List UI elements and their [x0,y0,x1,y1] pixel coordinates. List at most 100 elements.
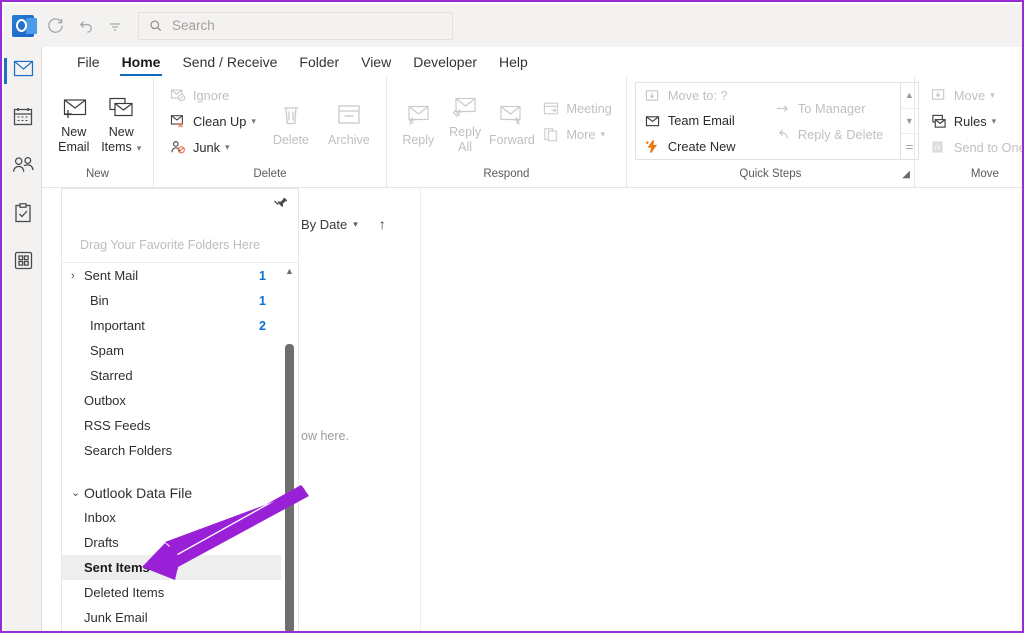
folder-label: Outbox [62,393,126,408]
refresh-icon[interactable] [40,12,70,40]
folder-item-inbox[interactable]: Inbox [62,505,298,530]
ribbon-group-new: New Email New Items▾ [42,77,154,187]
nav-rail-item-more-apps[interactable] [4,239,42,287]
tab-view[interactable]: View [350,47,402,77]
sort-label: By Date [301,217,347,232]
search-icon [149,19,163,33]
more-respond-button[interactable]: More ▾ [537,121,616,147]
nav-rail-item-people[interactable] [4,143,42,191]
team-email-label: Team Email [668,113,735,128]
more-icon [541,125,561,143]
to-manager-label: To Manager [798,101,866,116]
dialog-launcher-icon[interactable]: ◢ [902,166,910,184]
outlook-window: Search File Home Send / Receive Folder V… [0,0,1024,633]
tab-file[interactable]: File [66,47,111,77]
reply-delete-button[interactable]: Reply & Delete [769,121,897,147]
nav-rail-item-tasks[interactable] [4,191,42,239]
reply-delete-icon [773,125,793,143]
folder-item-bin[interactable]: Bin 1 [62,288,298,313]
scroll-up-icon[interactable]: ▲ [281,266,298,276]
folder-label: Outlook Data File [62,485,192,501]
create-new-icon [643,137,663,155]
move-button[interactable]: Move ▾ [925,82,1024,108]
arrow-up-icon[interactable]: ↑ [379,216,386,232]
meeting-button[interactable]: Meeting [537,95,616,121]
new-email-button[interactable]: New Email [50,87,98,155]
customize-qat-icon[interactable] [100,12,130,40]
quick-steps-gallery: Move to: ? Team Email [635,82,919,160]
more-respond-label: More [566,127,595,142]
folder-item-important[interactable]: Important 2 [62,313,298,338]
chevron-down-icon[interactable]: ▾ [353,219,358,230]
folder-item-sent-items[interactable]: Sent Items [62,555,298,580]
new-items-label-2: Items▾ [101,140,141,156]
delete-button[interactable]: Delete [262,95,320,148]
new-email-icon [59,91,89,125]
ribbon-group-label-delete: Delete [154,165,386,187]
reply-all-icon [450,91,480,125]
rules-button[interactable]: Rules ▾ [925,108,1024,134]
tab-send-receive[interactable]: Send / Receive [171,47,288,77]
new-email-label-2: Email [58,140,89,155]
junk-icon [168,138,188,156]
clean-up-button[interactable]: Clean Up ▾ [164,108,260,134]
folder-label: Sent Items [62,560,150,575]
ribbon-group-delete: Ignore Clean Up ▾ [154,77,387,187]
folder-label: Inbox [62,510,116,525]
scrollbar-thumb[interactable] [285,344,294,633]
clean-up-icon [168,112,188,130]
nav-rail-item-calendar[interactable] [4,95,42,143]
chevron-right-icon[interactable]: › [71,270,81,282]
onenote-icon: N [929,138,949,156]
folder-item-outlook-data-file[interactable]: ⌄ Outlook Data File [62,480,298,505]
ignore-button[interactable]: Ignore [164,82,260,108]
ribbon-group-move: Move ▾ Rules ▾ [915,77,1024,187]
folder-item-drafts[interactable]: Drafts [62,530,298,555]
junk-button[interactable]: Junk ▾ [164,134,260,160]
folder-item-junk-email[interactable]: Junk Email [62,605,298,630]
folder-item-sent-mail[interactable]: › Sent Mail 1 [62,263,298,288]
svg-text:N: N [935,143,940,152]
reply-all-button[interactable]: Reply All [442,87,489,155]
folder-item-deleted-items[interactable]: Deleted Items [62,580,298,605]
reply-label: Reply [402,133,434,148]
reply-button[interactable]: Reply [395,95,442,148]
to-manager-button[interactable]: To Manager [769,95,897,121]
chevron-down-icon: ▾ [251,116,256,127]
rules-label: Rules [954,114,987,129]
folder-label: Search Folders [62,443,172,458]
people-icon [12,156,35,179]
move-to-button[interactable]: Move to: ? [639,83,763,108]
tab-home[interactable]: Home [111,47,172,77]
message-sort-control[interactable]: By Date ▾ ↑ [301,216,386,232]
new-items-button[interactable]: New Items▾ [98,87,146,156]
chevron-down-icon[interactable]: ⌄ [71,486,81,499]
archive-button[interactable]: Archive [320,95,378,148]
reply-all-label-1: Reply [449,125,481,140]
tab-developer[interactable]: Developer [402,47,488,77]
tab-help[interactable]: Help [488,47,539,77]
chevron-down-icon: ▾ [990,90,995,101]
team-email-button[interactable]: Team Email [639,108,763,133]
forward-button[interactable]: Forward [489,95,536,148]
undo-icon[interactable] [70,12,100,40]
folder-label: Important [62,318,145,333]
folder-item-starred[interactable]: Starred [62,363,298,388]
folder-label: Spam [62,343,124,358]
forward-icon [497,99,527,133]
folder-pane-scrollbar[interactable]: ▲ [281,264,298,633]
create-new-button[interactable]: Create New [639,134,763,159]
folder-item-spam[interactable]: Spam [62,338,298,363]
search-input[interactable]: Search [138,12,453,40]
reading-pane [421,188,1022,633]
tab-folder[interactable]: Folder [288,47,350,77]
folder-item-outbox[interactable]: Outbox [62,388,298,413]
forward-label: Forward [489,133,535,148]
send-to-onenote-button[interactable]: N Send to OneNote [925,134,1024,160]
chevron-down-icon: ▾ [601,129,606,140]
folder-item-search-folders[interactable]: Search Folders [62,438,298,463]
pin-icon[interactable] [273,195,290,217]
folder-item-rss-feeds[interactable]: RSS Feeds [62,413,298,438]
nav-rail-item-mail[interactable] [4,47,42,95]
ribbon-group-label-quick-steps: Quick Steps ◢ [627,165,914,187]
